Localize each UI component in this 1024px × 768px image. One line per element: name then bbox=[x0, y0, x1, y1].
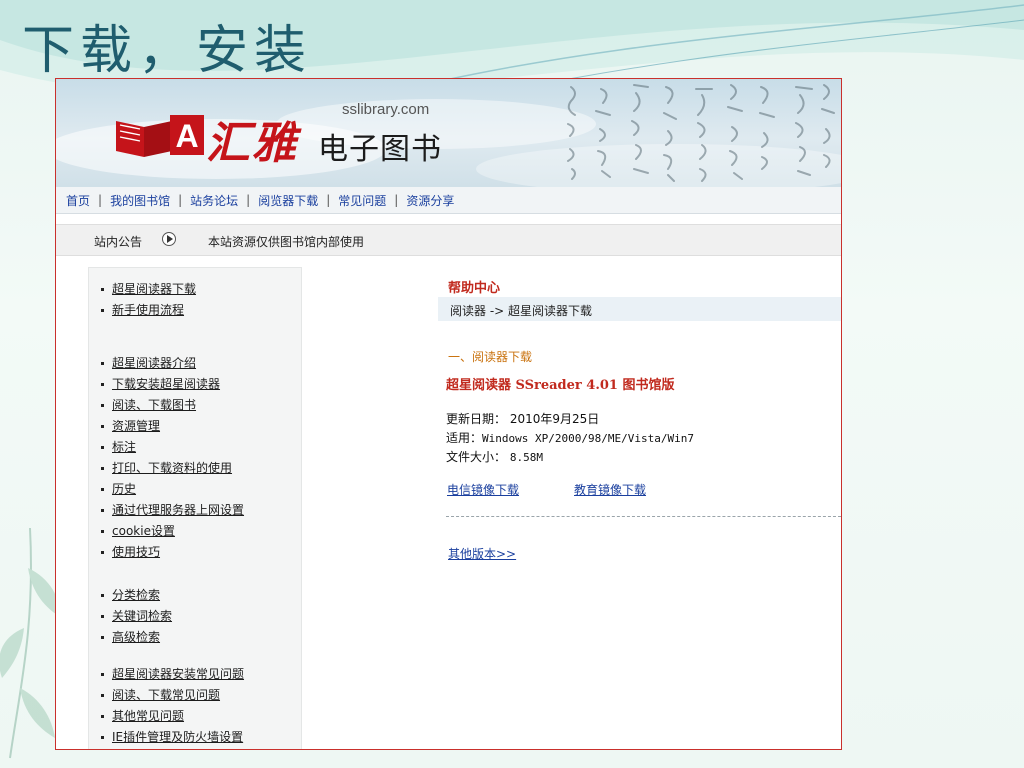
update-date-label: 更新日期： bbox=[446, 412, 507, 426]
bullet-icon bbox=[101, 594, 104, 597]
help-center-title: 帮助中心 bbox=[448, 281, 501, 296]
logo-text: 汇雅 bbox=[206, 118, 298, 169]
sidebar-link[interactable]: 高级检索 bbox=[112, 630, 160, 644]
help-sidebar: 超星阅读器下载 新手使用流程 超星阅读器介绍 下载安装超星阅读器 阅读、下载图书… bbox=[88, 267, 302, 749]
slide-title: 下载，安装 bbox=[22, 21, 313, 81]
sidebar-link[interactable]: 标注 bbox=[112, 440, 136, 454]
bullet-icon bbox=[101, 530, 104, 533]
sidebar-link[interactable]: 新手使用流程 bbox=[112, 303, 184, 317]
sidebar-link[interactable]: 超星阅读器介绍 bbox=[112, 356, 196, 370]
bullet-icon bbox=[101, 488, 104, 491]
sidebar-item[interactable]: 其他常见问题 bbox=[101, 707, 184, 724]
sidebar-item[interactable]: 通过代理服务器上网设置 bbox=[101, 501, 244, 518]
section-title: 一、阅读器下载 bbox=[448, 350, 533, 364]
update-date-row: 更新日期： 2010年9月25日 bbox=[446, 410, 599, 427]
platform-value: Windows XP/2000/98/ME/Vista/Win7 bbox=[482, 432, 694, 445]
sidebar-item[interactable]: 阅读、下载图书 bbox=[101, 396, 196, 413]
sidebar-item[interactable]: IE插件管理及防火墙设置 bbox=[101, 728, 243, 745]
breadcrumb: 阅读器 -> 超星阅读器下载 bbox=[438, 297, 841, 321]
bullet-icon bbox=[101, 425, 104, 428]
sidebar-item[interactable]: 历史 bbox=[101, 480, 136, 497]
sidebar-item[interactable]: 标注 bbox=[101, 438, 136, 455]
sidebar-item[interactable]: 打印、下载资料的使用 bbox=[101, 459, 232, 476]
logo-subtitle: 电子图书 bbox=[318, 132, 442, 167]
sidebar-link[interactable]: 历史 bbox=[112, 482, 136, 496]
bullet-icon bbox=[101, 288, 104, 291]
file-size-label: 文件大小： bbox=[446, 450, 507, 464]
sidebar-item[interactable]: 新手使用流程 bbox=[101, 301, 184, 318]
update-date-value: 2010年9月25日 bbox=[509, 412, 600, 426]
sidebar-item[interactable]: 资源管理 bbox=[101, 417, 160, 434]
site-banner: A 汇雅 sslibrary.com 电子图书 bbox=[56, 79, 841, 187]
nav-my-library[interactable]: 我的图书馆 bbox=[102, 192, 178, 209]
bullet-icon bbox=[101, 404, 104, 407]
sidebar-link[interactable]: 通过代理服务器上网设置 bbox=[112, 503, 244, 517]
sidebar-item[interactable]: 阅读、下载常见问题 bbox=[101, 686, 220, 703]
sidebar-link[interactable]: IE插件管理及防火墙设置 bbox=[112, 730, 243, 744]
sidebar-link[interactable]: 超星阅读器下载 bbox=[112, 282, 196, 296]
sidebar-item[interactable]: 分类检索 bbox=[101, 586, 160, 603]
sidebar-link[interactable]: cookie设置 bbox=[112, 524, 175, 538]
top-nav: 首页 | 我的图书馆 | 站务论坛 | 阅览器下载 | 常见问题 | 资源分享 bbox=[56, 187, 841, 214]
sidebar-link[interactable]: 其他常见问题 bbox=[112, 709, 184, 723]
calligraphy-decoration bbox=[567, 84, 835, 182]
product-title: 超星阅读器 SSreader 4.01 图书馆版 bbox=[446, 378, 675, 393]
file-size-row: 文件大小： 8.58M bbox=[446, 448, 543, 465]
svg-text:A: A bbox=[175, 118, 198, 154]
bullet-icon bbox=[101, 467, 104, 470]
other-versions-link[interactable]: 其他版本>> bbox=[448, 545, 516, 562]
telecom-mirror-link[interactable]: 电信镜像下载 bbox=[447, 481, 519, 498]
breadcrumb-text: 阅读器 -> 超星阅读器下载 bbox=[450, 304, 593, 318]
bullet-icon bbox=[101, 636, 104, 639]
nav-resource-share[interactable]: 资源分享 bbox=[398, 192, 462, 209]
bullet-icon bbox=[101, 551, 104, 554]
sidebar-item[interactable]: 使用技巧 bbox=[101, 543, 160, 560]
site-url: sslibrary.com bbox=[342, 101, 430, 118]
divider bbox=[446, 516, 841, 517]
bullet-icon bbox=[101, 446, 104, 449]
bullet-icon bbox=[101, 309, 104, 312]
sidebar-item[interactable]: 下载安装超星阅读器 bbox=[101, 375, 220, 392]
bullet-icon bbox=[101, 383, 104, 386]
platform-label: 适用： bbox=[446, 431, 483, 445]
bullet-icon bbox=[101, 736, 104, 739]
website-screenshot: A 汇雅 sslibrary.com 电子图书 首页 | 我的图书馆 | 站务论坛 |… bbox=[55, 78, 842, 750]
bullet-icon bbox=[101, 715, 104, 718]
sidebar-item[interactable]: cookie设置 bbox=[101, 522, 175, 539]
sidebar-link[interactable]: 使用技巧 bbox=[112, 545, 160, 559]
sidebar-link[interactable]: 打印、下载资料的使用 bbox=[112, 461, 232, 475]
notice-bar: 站内公告 本站资源仅供图书馆内部使用 bbox=[56, 224, 841, 256]
logo-book-icon: A bbox=[116, 115, 204, 157]
play-icon[interactable] bbox=[162, 232, 176, 246]
sidebar-item[interactable]: 关键词检索 bbox=[101, 607, 172, 624]
sidebar-link[interactable]: 分类检索 bbox=[112, 588, 160, 602]
sidebar-item[interactable]: 超星阅读器介绍 bbox=[101, 354, 196, 371]
nav-reader-download[interactable]: 阅览器下载 bbox=[250, 192, 326, 209]
sidebar-link[interactable]: 阅读、下载图书 bbox=[112, 398, 196, 412]
bullet-icon bbox=[101, 673, 104, 676]
nav-forum[interactable]: 站务论坛 bbox=[182, 192, 246, 209]
sidebar-link[interactable]: 超星阅读器安装常见问题 bbox=[112, 667, 244, 681]
sidebar-item[interactable]: 高级检索 bbox=[101, 628, 160, 645]
file-size-value: 8.58M bbox=[509, 451, 543, 464]
sidebar-item[interactable]: 超星阅读器下载 bbox=[101, 280, 196, 297]
notice-label: 站内公告 bbox=[94, 235, 143, 249]
sidebar-item[interactable]: 超星阅读器安装常见问题 bbox=[101, 665, 244, 682]
edu-mirror-link[interactable]: 教育镜像下载 bbox=[574, 481, 646, 498]
bullet-icon bbox=[101, 362, 104, 365]
nav-home[interactable]: 首页 bbox=[56, 192, 98, 209]
bullet-icon bbox=[101, 509, 104, 512]
bullet-icon bbox=[101, 615, 104, 618]
sidebar-link[interactable]: 资源管理 bbox=[112, 419, 160, 433]
sidebar-link[interactable]: 下载安装超星阅读器 bbox=[112, 377, 220, 391]
sidebar-link[interactable]: 阅读、下载常见问题 bbox=[112, 688, 220, 702]
bullet-icon bbox=[101, 694, 104, 697]
platform-row: 适用：Windows XP/2000/98/ME/Vista/Win7 bbox=[446, 429, 694, 446]
notice-text: 本站资源仅供图书馆内部使用 bbox=[208, 235, 365, 249]
sidebar-link[interactable]: 关键词检索 bbox=[112, 609, 172, 623]
nav-faq[interactable]: 常见问题 bbox=[330, 192, 394, 209]
